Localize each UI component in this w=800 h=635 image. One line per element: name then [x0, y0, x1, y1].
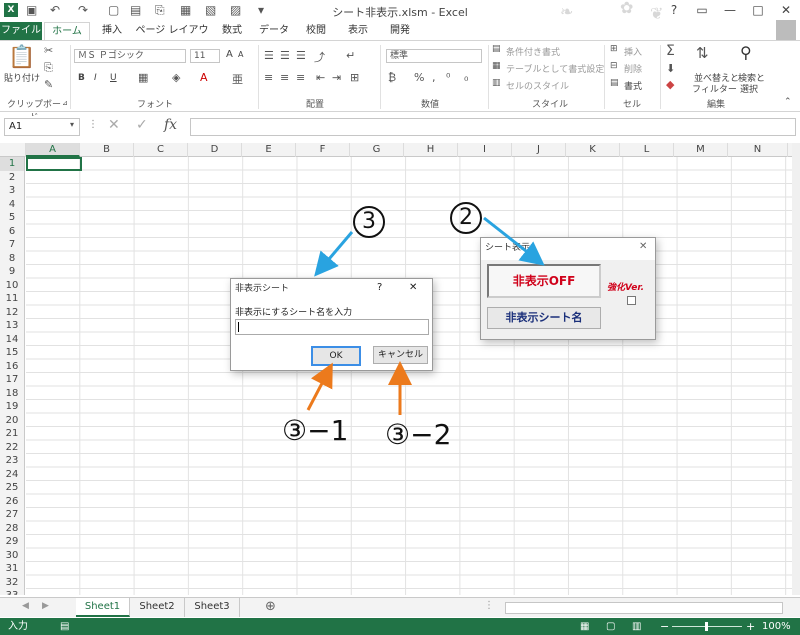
callout-2: 2 — [450, 202, 482, 234]
callout31-arrow — [306, 362, 333, 411]
callout-3: 3 — [353, 206, 385, 238]
callout3-arrow — [314, 231, 354, 277]
annotation-overlay — [306, 216, 545, 415]
callout-3-1: ③−1 — [282, 414, 349, 447]
callout2-arrow — [483, 216, 545, 266]
callout-3-2: ③−2 — [385, 418, 452, 451]
excel-window: X ▣ ↶ ↷ ▢ ▤ ⎘ ▦ ▧ ▨ ▾ シート非表示.xlsm - Exce… — [0, 0, 800, 635]
